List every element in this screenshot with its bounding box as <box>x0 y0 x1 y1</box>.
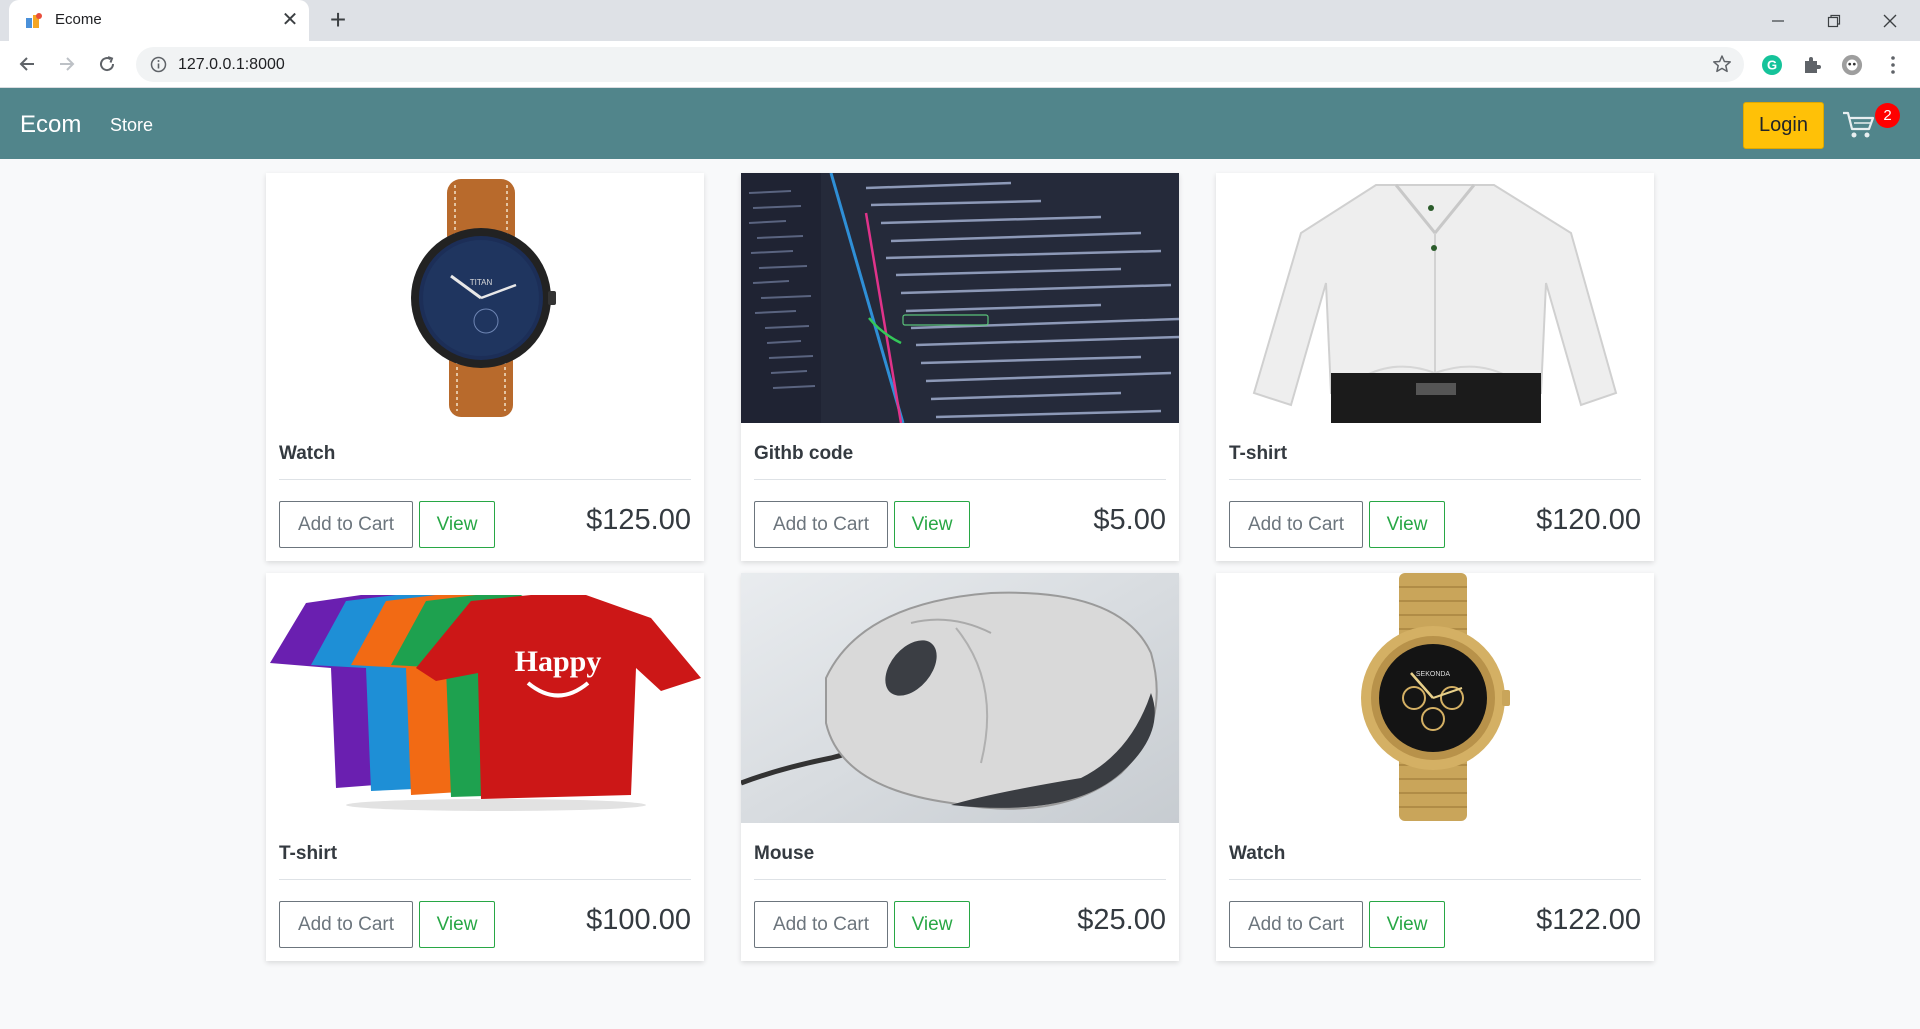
view-button[interactable]: View <box>894 901 970 948</box>
extensions-puzzle-icon[interactable] <box>1801 54 1823 76</box>
view-button[interactable]: View <box>1369 501 1445 548</box>
divider <box>279 879 691 880</box>
bookmark-star-icon[interactable] <box>1712 54 1732 74</box>
address-bar[interactable]: 127.0.0.1:8000 <box>136 47 1744 82</box>
login-button[interactable]: Login <box>1743 102 1824 149</box>
divider <box>1229 879 1641 880</box>
product-title: T-shirt <box>1229 443 1288 464</box>
product-price: $120.00 <box>1536 504 1641 536</box>
tab-title: Ecome <box>55 11 102 28</box>
divider <box>279 479 691 480</box>
view-button[interactable]: View <box>894 501 970 548</box>
product-image-tshirts: Happy <box>266 573 704 823</box>
add-to-cart-button[interactable]: Add to Cart <box>754 901 888 948</box>
reload-icon[interactable] <box>92 49 122 79</box>
product-price: $100.00 <box>586 904 691 936</box>
add-to-cart-button[interactable]: Add to Cart <box>754 501 888 548</box>
product-title: Githb code <box>754 443 854 464</box>
product-card: Mouse Add to Cart View $25.00 <box>741 573 1179 961</box>
forward-icon[interactable] <box>52 49 82 79</box>
product-title: Watch <box>279 443 336 464</box>
product-card: SEKONDA Watch Add to Cart View $122.00 <box>1216 573 1654 961</box>
product-image-watch: TITAN <box>266 173 704 423</box>
view-button[interactable]: View <box>419 901 495 948</box>
restore-icon[interactable] <box>1806 0 1862 41</box>
divider <box>754 879 1166 880</box>
product-card-body: Watch Add to Cart View $122.00 <box>1229 823 1641 961</box>
product-image-code <box>741 173 1179 423</box>
product-card-body: Watch Add to Cart View $125.00 <box>279 423 691 561</box>
product-card-body: T-shirt Add to Cart View $120.00 <box>1229 423 1641 561</box>
product-title: Mouse <box>754 843 815 864</box>
browser-tab[interactable]: Ecome ✕ <box>9 0 309 41</box>
add-to-cart-button[interactable]: Add to Cart <box>1229 501 1363 548</box>
divider <box>754 479 1166 480</box>
product-card-body: Githb code Add to Cart View $5.00 <box>754 423 1166 561</box>
minimize-icon[interactable] <box>1750 0 1806 41</box>
product-price: $122.00 <box>1536 904 1641 936</box>
profile-avatar-icon[interactable] <box>1841 54 1863 76</box>
nav-link-store[interactable]: Store <box>110 115 153 136</box>
back-icon[interactable] <box>12 49 42 79</box>
info-icon[interactable] <box>150 56 167 73</box>
product-title: T-shirt <box>279 843 338 864</box>
view-button[interactable]: View <box>419 501 495 548</box>
product-image-gold-watch: SEKONDA <box>1216 573 1654 823</box>
product-card: Happy T-shirt Add to Cart View $100.00 <box>266 573 704 961</box>
browser-toolbar: 127.0.0.1:8000 G <box>0 41 1920 88</box>
site-brand[interactable]: Ecom <box>20 111 81 139</box>
product-image-shirt <box>1216 173 1654 423</box>
close-tab-icon[interactable]: ✕ <box>279 9 301 31</box>
favicon-icon <box>26 13 42 28</box>
more-menu-icon[interactable] <box>1882 54 1904 76</box>
product-card-body: T-shirt Add to Cart View $100.00 <box>279 823 691 961</box>
add-to-cart-button[interactable]: Add to Cart <box>279 901 413 948</box>
grammarly-icon[interactable]: G <box>1761 54 1783 76</box>
product-price: $25.00 <box>1077 904 1166 936</box>
svg-text:G: G <box>1767 58 1777 73</box>
new-tab-icon[interactable]: + <box>324 6 352 35</box>
product-title: Watch <box>1229 843 1286 864</box>
close-window-icon[interactable] <box>1862 0 1918 41</box>
add-to-cart-button[interactable]: Add to Cart <box>279 501 413 548</box>
product-card: T-shirt Add to Cart View $120.00 <box>1216 173 1654 561</box>
product-card: TITAN Watch Add to Cart View $125.00 <box>266 173 704 561</box>
cart-count-badge: 2 <box>1875 103 1900 128</box>
url-text: 127.0.0.1:8000 <box>178 56 285 73</box>
view-button[interactable]: View <box>1369 901 1445 948</box>
cart-icon[interactable] <box>1842 110 1876 140</box>
add-to-cart-button[interactable]: Add to Cart <box>1229 901 1363 948</box>
svg-text:SEKONDA: SEKONDA <box>1416 671 1451 678</box>
svg-text:Happy: Happy <box>515 645 602 678</box>
browser-tabstrip: Ecome ✕ + <box>0 0 1920 41</box>
product-price: $5.00 <box>1093 504 1166 536</box>
product-card-body: Mouse Add to Cart View $25.00 <box>754 823 1166 961</box>
divider <box>1229 479 1641 480</box>
site-navbar: Ecom Store Login 2 <box>0 88 1920 159</box>
svg-text:TITAN: TITAN <box>470 278 493 287</box>
product-price: $125.00 <box>586 504 691 536</box>
product-card: Githb code Add to Cart View $5.00 <box>741 173 1179 561</box>
product-image-mouse <box>741 573 1179 823</box>
